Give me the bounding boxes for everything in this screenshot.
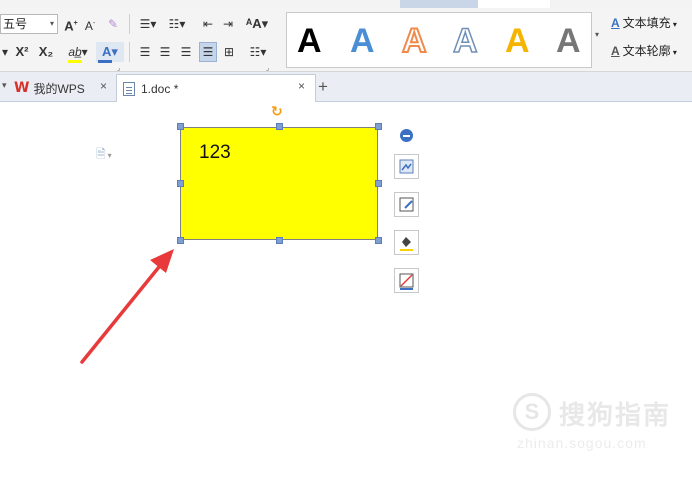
watermark-name: 搜狗指南 (559, 400, 672, 430)
sogou-logo-icon: S (513, 393, 551, 431)
watermark-url: zhinan.sogou.com (517, 435, 647, 451)
